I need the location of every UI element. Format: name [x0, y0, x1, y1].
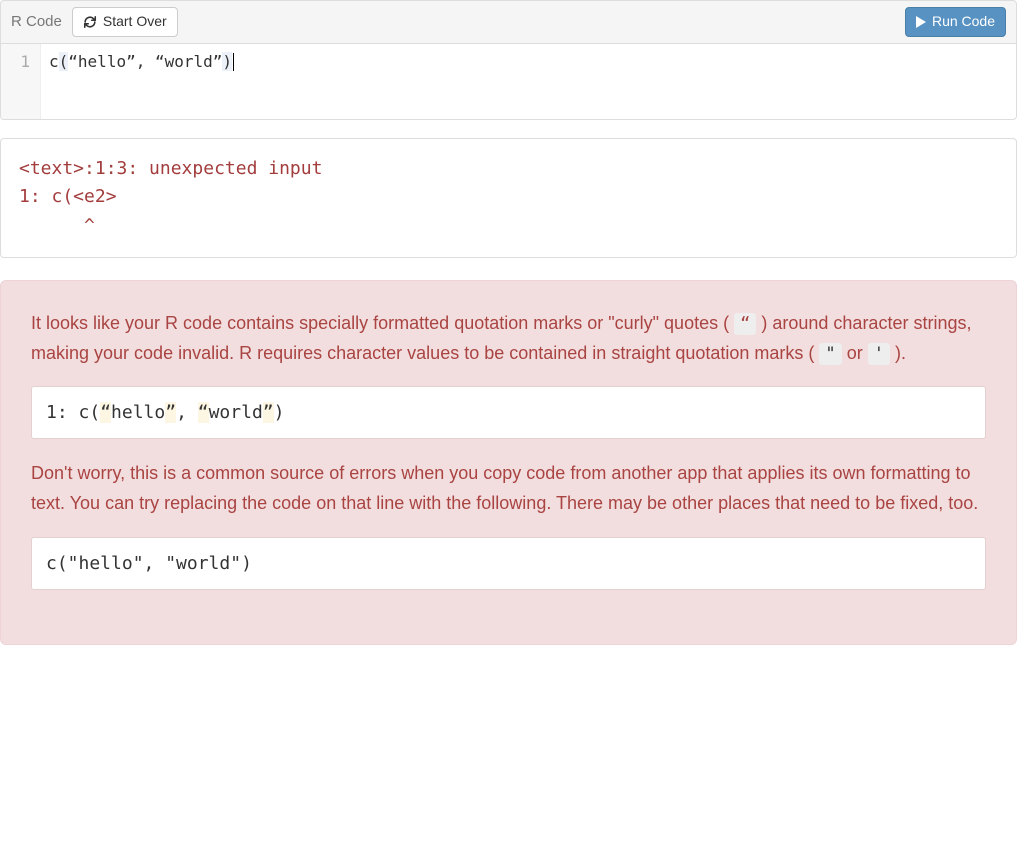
line-number: 1 — [15, 50, 30, 74]
code-text: c(“hello”, “world”) — [49, 52, 232, 71]
fixed-code-block: c("hello", "world") — [31, 537, 986, 590]
feedback-para-2: Don't worry, this is a common source of … — [31, 459, 986, 518]
feedback-text: It looks like your R code contains speci… — [31, 313, 729, 333]
editor-label: R Code — [11, 13, 62, 30]
curly-quote-sample: “ — [734, 313, 756, 335]
feedback-para-1: It looks like your R code contains speci… — [31, 309, 986, 368]
feedback-panel: It looks like your R code contains speci… — [0, 280, 1017, 645]
problem-code-block: 1: c(“hello”, “world”) — [31, 386, 986, 439]
exercise-container: R Code Start Over Run Code 1 c(“hello”, … — [0, 0, 1017, 645]
feedback-text: ). — [895, 343, 906, 363]
run-code-button[interactable]: Run Code — [905, 7, 1006, 37]
straight-double-quote: " — [819, 343, 841, 365]
refresh-icon — [83, 15, 97, 29]
straight-single-quote: ' — [868, 343, 890, 365]
start-over-button[interactable]: Start Over — [72, 7, 178, 37]
code-editor[interactable]: 1 c(“hello”, “world”) — [0, 44, 1017, 120]
line-gutter: 1 — [1, 44, 41, 119]
error-output: <text>:1:3: unexpected input 1: c(<e2> ^ — [0, 138, 1017, 258]
text-cursor — [233, 53, 234, 71]
editor-toolbar: R Code Start Over Run Code — [0, 0, 1017, 44]
start-over-label: Start Over — [103, 12, 167, 32]
run-code-label: Run Code — [932, 12, 995, 32]
code-input[interactable]: c(“hello”, “world”) — [41, 44, 1016, 119]
play-icon — [916, 16, 926, 28]
feedback-text: or — [847, 343, 868, 363]
